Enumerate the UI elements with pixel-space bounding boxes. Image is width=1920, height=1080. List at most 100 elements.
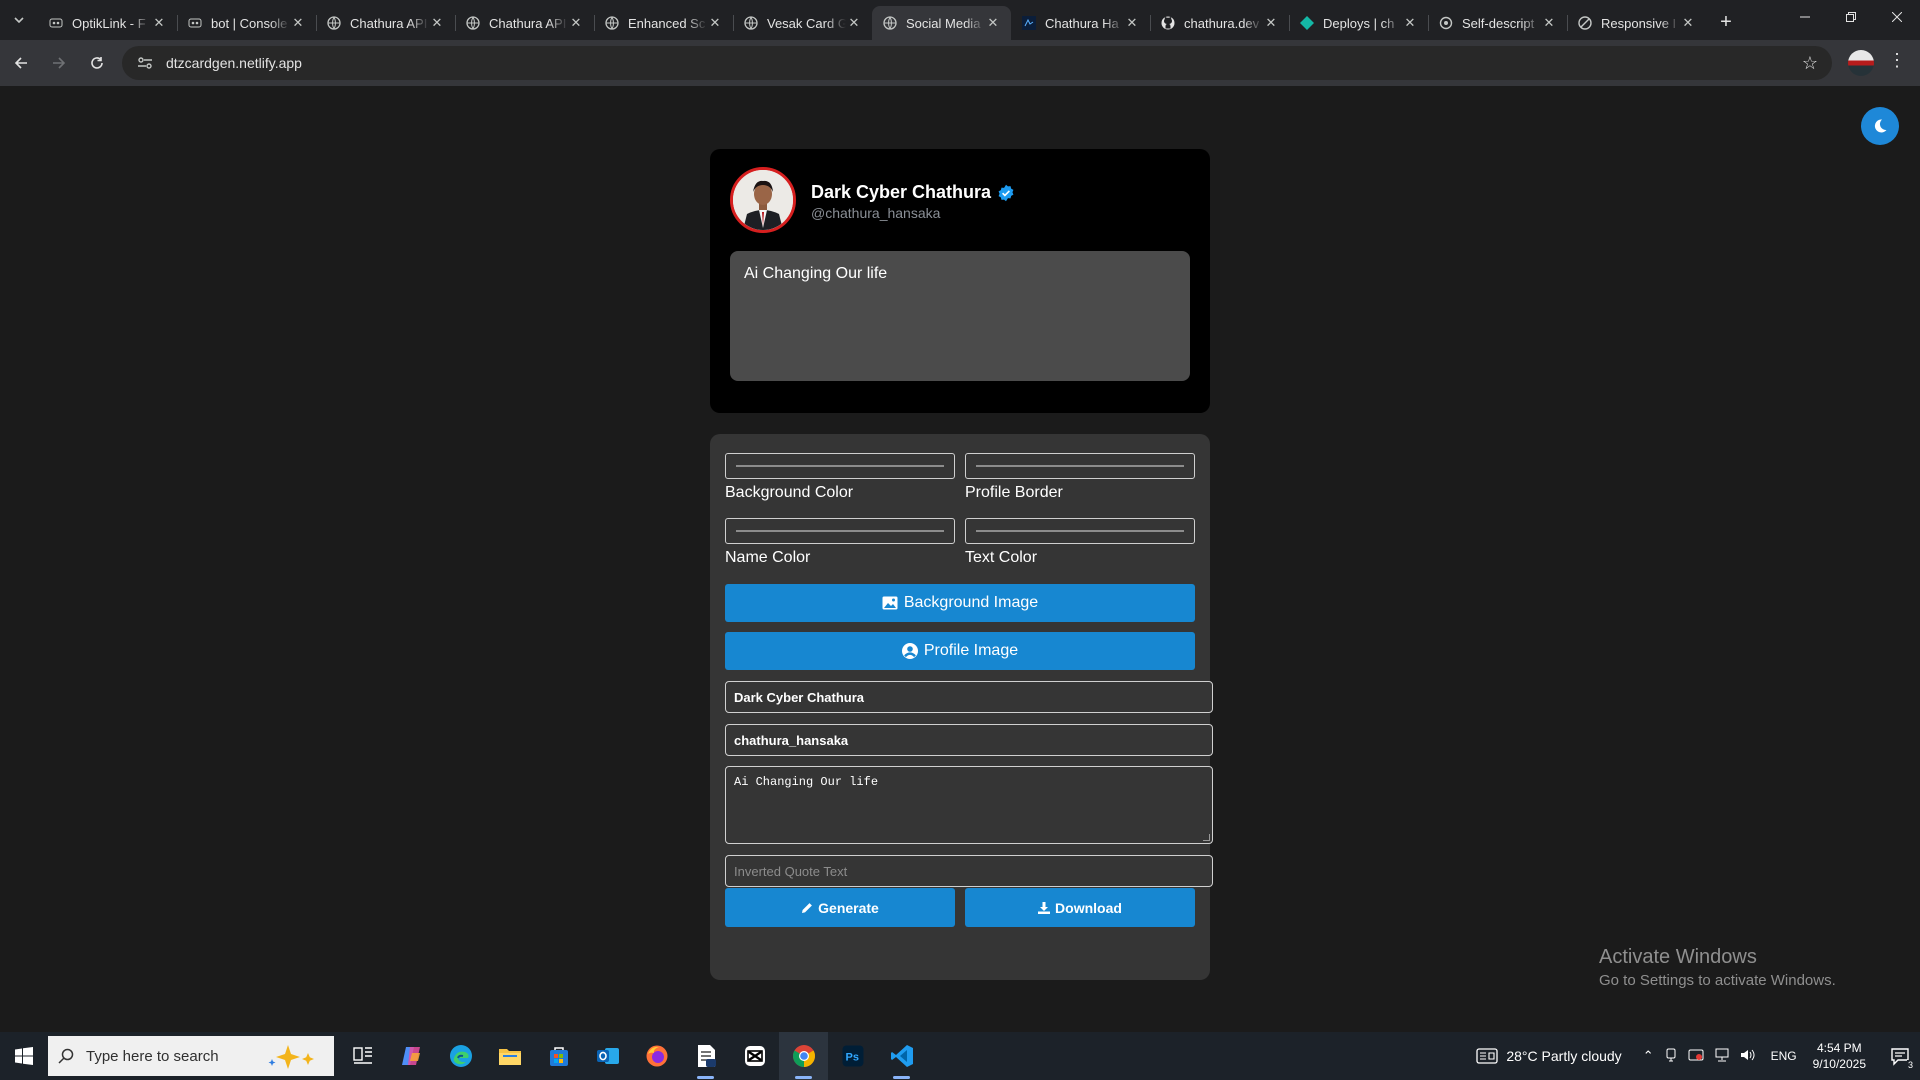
folder-icon (498, 1049, 521, 1065)
browser-tab[interactable]: Chathura API ✕ (316, 6, 455, 40)
input-language[interactable]: ENG (1771, 1049, 1797, 1063)
inverted-quote-input[interactable]: Inverted Quote Text (725, 855, 1213, 887)
forward-button[interactable] (42, 46, 76, 80)
minimize-button[interactable] (1782, 0, 1828, 34)
close-window-button[interactable] (1874, 0, 1920, 34)
tab-favicon-icon (1577, 15, 1593, 31)
tab-close-icon[interactable]: ✕ (429, 15, 445, 31)
tab-close-icon[interactable]: ✕ (1263, 15, 1279, 31)
meet-now-icon[interactable] (1664, 1048, 1678, 1065)
address-bar[interactable]: dtzcardgen.netlify.app ☆ (122, 46, 1832, 80)
tab-close-icon[interactable]: ✕ (1680, 15, 1696, 31)
browser-tab[interactable]: Enhanced Sc ✕ (594, 6, 733, 40)
activate-windows-watermark: Activate Windows Go to Settings to activ… (1599, 946, 1836, 989)
restore-icon (1846, 12, 1856, 22)
download-button[interactable]: Download (965, 888, 1195, 927)
username-input[interactable]: chathura_hansaka (725, 724, 1213, 756)
tab-close-icon[interactable]: ✕ (1124, 15, 1140, 31)
task-view-button[interactable] (338, 1032, 387, 1080)
image-icon (882, 596, 898, 610)
svg-text:Ps: Ps (845, 1052, 858, 1064)
new-tab-button[interactable]: + (1712, 8, 1740, 36)
network-icon[interactable] (1714, 1048, 1730, 1065)
tab-title: chathura.dev (1184, 15, 1260, 31)
browser-tab[interactable]: Social Media ✕ (872, 6, 1011, 40)
edge-app[interactable] (436, 1032, 485, 1080)
photoshop-app[interactable]: Ps (828, 1032, 877, 1080)
notepad-app[interactable] (681, 1032, 730, 1080)
site-info-button[interactable] (130, 56, 160, 70)
chrome-app[interactable] (779, 1032, 828, 1080)
card-quote-text: Ai Changing Our life (744, 265, 888, 282)
tab-close-icon[interactable]: ✕ (568, 15, 584, 31)
browser-tab[interactable]: chathura.dev ✕ (1150, 6, 1289, 40)
outlook-icon (596, 1048, 619, 1064)
chevron-up-icon[interactable]: ⌃ (1643, 1048, 1654, 1064)
tab-search-button[interactable] (6, 7, 32, 33)
tab-close-icon[interactable]: ✕ (290, 15, 306, 31)
download-label: Download (1055, 899, 1122, 916)
tab-close-icon[interactable]: ✕ (707, 15, 723, 31)
browser-tab[interactable]: bot | Console ✕ (177, 6, 316, 40)
clock[interactable]: 4:54 PM 9/10/2025 (1813, 1040, 1866, 1072)
back-button[interactable] (4, 46, 38, 80)
restore-button[interactable] (1828, 0, 1874, 34)
tab-favicon-icon (604, 15, 620, 31)
weather-widget[interactable]: 28°C Partly cloudy (1476, 1048, 1622, 1064)
copilot-app[interactable] (387, 1032, 436, 1080)
browser-tab[interactable]: OptikLink - F ✕ (38, 6, 177, 40)
theme-toggle-button[interactable] (1861, 107, 1899, 145)
security-icon[interactable] (1688, 1048, 1704, 1065)
user-circle-icon (901, 643, 918, 659)
firefox-app[interactable] (632, 1032, 681, 1080)
capcut-app[interactable] (730, 1032, 779, 1080)
weather-icon (1476, 1048, 1499, 1064)
browser-tab[interactable]: Chathura Ha ✕ (1011, 6, 1150, 40)
tab-close-icon[interactable]: ✕ (1402, 15, 1418, 31)
tab-title: Social Media (906, 15, 981, 31)
background-image-button[interactable]: Background Image (725, 584, 1195, 622)
browser-tab[interactable]: Vesak Card G ✕ (733, 6, 872, 40)
resize-handle[interactable] (1203, 834, 1210, 841)
moon-icon (1874, 119, 1887, 133)
name-input[interactable]: Dark Cyber Chathura (725, 681, 1213, 713)
browser-tab[interactable]: Self-descript ✕ (1428, 6, 1567, 40)
profile-avatar[interactable] (1848, 50, 1874, 76)
text-color-picker[interactable] (965, 518, 1195, 544)
watermark-subtitle: Go to Settings to activate Windows. (1599, 972, 1836, 989)
vscode-icon (890, 1045, 913, 1067)
background-color-picker[interactable] (725, 453, 955, 479)
browser-tab[interactable]: Responsive I ✕ (1567, 6, 1706, 40)
tab-close-icon[interactable]: ✕ (151, 15, 167, 31)
reload-icon (91, 57, 103, 69)
profile-border-color-picker[interactable] (965, 453, 1195, 479)
name-color-picker[interactable] (725, 518, 955, 544)
arrow-right-icon (53, 57, 66, 69)
quote-textarea[interactable]: Ai Changing Our life (725, 766, 1213, 844)
card-display-name: Dark Cyber Chathura (811, 182, 992, 202)
tab-close-icon[interactable]: ✕ (985, 15, 1001, 31)
bookmark-star-icon[interactable]: ☆ (1802, 53, 1818, 74)
browser-tab[interactable]: Chathura API ✕ (455, 6, 594, 40)
sparkle-icon (268, 1045, 314, 1069)
outlook-app[interactable] (583, 1032, 632, 1080)
card-name-row: Dark Cyber Chathura (811, 182, 1015, 203)
more-menu-icon[interactable]: ⋮ (1888, 50, 1906, 71)
window-controls (1782, 0, 1920, 34)
page-content: Dark Cyber Chathura @chathura_hansaka Ai… (0, 86, 1920, 1032)
generate-button[interactable]: Generate (725, 888, 955, 927)
taskbar-search-box[interactable]: Type here to search (48, 1036, 334, 1076)
tab-close-icon[interactable]: ✕ (846, 15, 862, 31)
volume-icon[interactable] (1740, 1048, 1756, 1065)
tab-favicon-icon (48, 15, 64, 31)
vscode-app[interactable] (877, 1032, 926, 1080)
profile-image-button[interactable]: Profile Image (725, 632, 1195, 670)
store-app[interactable] (534, 1032, 583, 1080)
minimize-icon (1800, 16, 1810, 18)
tab-close-icon[interactable]: ✕ (1541, 15, 1557, 31)
start-button[interactable] (0, 1032, 48, 1080)
browser-tab[interactable]: Deploys | ch ✕ (1289, 6, 1428, 40)
reload-button[interactable] (80, 46, 114, 80)
notification-center-button[interactable]: 3 (1880, 1032, 1920, 1080)
file-explorer-app[interactable] (485, 1032, 534, 1080)
